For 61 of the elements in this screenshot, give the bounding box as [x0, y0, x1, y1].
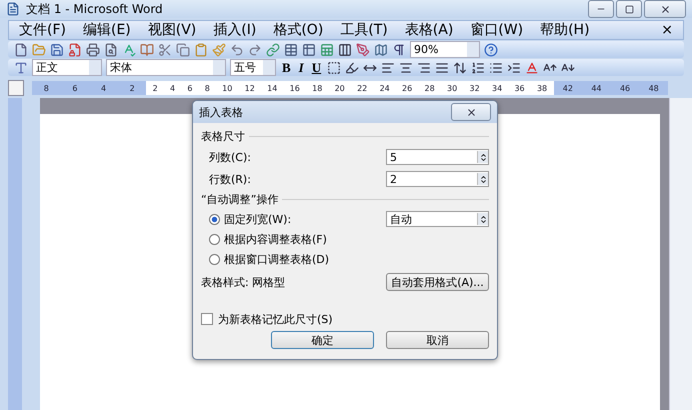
ruler-number: 46 [620, 84, 630, 92]
ruler-number: 2 [152, 84, 158, 92]
menu-item[interactable]: 视图(V) [148, 21, 196, 39]
ruler-number: 8 [44, 84, 49, 92]
ruler-number: 10 [222, 84, 232, 92]
ruler-number: 20 [334, 84, 345, 92]
window-title: 文档 1 - Microsoft Word [26, 0, 164, 18]
ruler-number: 30 [447, 84, 458, 92]
menu-item[interactable]: 帮助(H) [540, 21, 590, 39]
menu-item[interactable]: 窗口(W) [470, 21, 524, 39]
ruler-number: 26 [402, 84, 412, 92]
dialog-title: 插入表格 [199, 104, 243, 120]
font-dropdown[interactable]: 宋体 [106, 59, 226, 76]
ruler-number: 2 [130, 84, 135, 92]
ruler-number: 34 [492, 84, 502, 92]
underline-button[interactable]: U [310, 60, 324, 76]
group-heading: 表格尺寸 [201, 129, 245, 144]
option-label: 根据内容调整表格(F) [224, 232, 327, 246]
checkbox-label: 为新表格记忆此尺寸(S) [218, 312, 333, 326]
ok-button[interactable]: 确定 [271, 331, 374, 349]
number-field[interactable]: 5 [386, 149, 489, 165]
ruler-number: 48 [648, 84, 659, 92]
menu-item[interactable]: 格式(O) [273, 21, 324, 39]
ruler-number: 14 [267, 84, 278, 92]
width-field[interactable]: 自动 [386, 211, 489, 227]
ruler-number: 4 [170, 84, 176, 92]
group-heading: “自动调整”操作 [201, 192, 278, 207]
ruler-number: 44 [591, 84, 602, 92]
close-document-button[interactable]: × [661, 22, 673, 38]
ruler-number: 36 [514, 84, 525, 92]
bold-button[interactable]: B [280, 60, 293, 76]
ruler-number: 12 [244, 84, 255, 92]
menu-item[interactable]: 编辑(E) [82, 21, 131, 39]
field-label: 行数(R): [209, 172, 251, 186]
ruler-number: 6 [72, 84, 78, 92]
option-label: 固定列宽(W): [224, 212, 292, 226]
autoformat-button[interactable]: 自动套用格式(A)... [386, 273, 489, 291]
font-size-dropdown[interactable]: 五号 [230, 59, 276, 76]
menu-item[interactable]: 表格(A) [404, 21, 454, 39]
cancel-button[interactable]: 取消 [386, 331, 489, 349]
menu-item[interactable]: 文件(F) [19, 21, 66, 39]
ruler-number: 28 [424, 84, 435, 92]
zoom-dropdown[interactable]: 90% [410, 41, 480, 58]
style-dropdown[interactable]: 正文 [32, 59, 102, 76]
ruler-number: 8 [204, 84, 210, 92]
italic-button[interactable]: I [296, 60, 306, 76]
field-label: 列数(C): [209, 150, 251, 164]
ruler-number: 32 [470, 84, 480, 92]
ruler-number: 4 [100, 84, 106, 92]
ruler-number: 42 [562, 84, 573, 92]
ruler-number: 16 [290, 84, 300, 92]
menu-item[interactable]: 工具(T) [340, 21, 388, 39]
ruler-number: 38 [536, 84, 548, 92]
number-field[interactable]: 2 [386, 171, 489, 187]
ruler-number: 6 [187, 84, 192, 92]
option-label: 根据窗口调整表格(D) [224, 252, 330, 266]
menu-item[interactable]: 插入(I) [213, 21, 256, 39]
table-style-label: 表格样式: 网格型 [201, 274, 286, 290]
ruler-number: 24 [380, 84, 390, 92]
ruler-number: 18 [312, 84, 322, 92]
ruler-number: 22 [357, 84, 368, 92]
